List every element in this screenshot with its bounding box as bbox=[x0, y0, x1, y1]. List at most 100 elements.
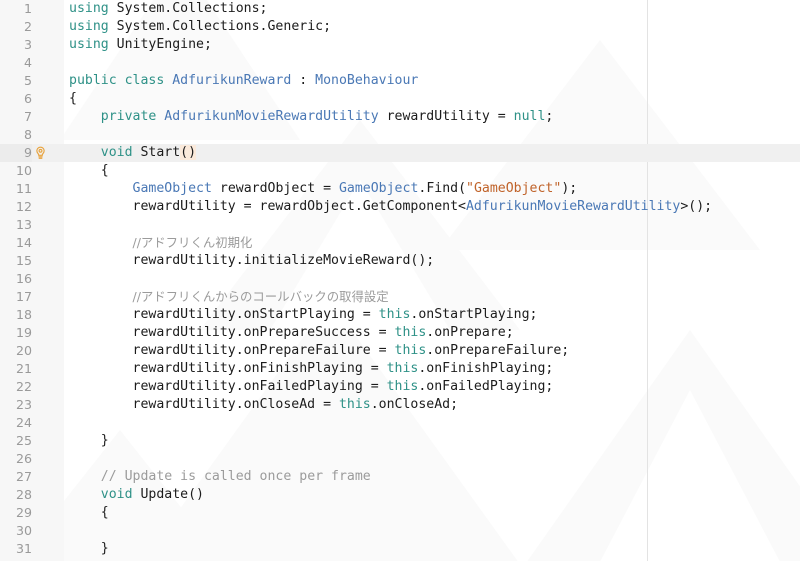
code-line[interactable]: 18 rewardUtility.onStartPlaying = this.o… bbox=[0, 306, 800, 324]
code-token: ); bbox=[561, 181, 578, 196]
code-text: { bbox=[69, 90, 77, 108]
code-token: this bbox=[394, 343, 427, 358]
code-token: this bbox=[378, 307, 411, 322]
code-token: null bbox=[513, 109, 546, 124]
code-token: void bbox=[100, 487, 141, 502]
code-line[interactable]: 12 rewardUtility = rewardObject.GetCompo… bbox=[0, 198, 800, 216]
code-token: //アドフリくん初期化 bbox=[132, 235, 253, 250]
code-line[interactable]: 21 rewardUtility.onFinishPlaying = this.… bbox=[0, 360, 800, 378]
line-number: 14 bbox=[15, 235, 32, 250]
code-line[interactable]: 5 public class AdfurikunReward : MonoBeha… bbox=[0, 72, 800, 90]
line-number: 30 bbox=[15, 523, 32, 538]
code-line[interactable]: 9 void Start() bbox=[0, 144, 800, 162]
code-line[interactable]: 7 private AdfurikunMovieRewardUtility re… bbox=[0, 108, 800, 126]
code-token: AdfurikunMovieRewardUtility bbox=[164, 109, 379, 124]
line-number: 10 bbox=[15, 163, 32, 178]
code-line[interactable]: 4 bbox=[0, 54, 800, 72]
code-line[interactable]: 1 using System.Collections; bbox=[0, 0, 800, 18]
line-number: 3 bbox=[23, 37, 32, 52]
code-line[interactable]: 31 } bbox=[0, 540, 800, 558]
line-number: 27 bbox=[15, 469, 32, 484]
code-editor[interactable]: 1 using System.Collections; 2 using System.… bbox=[0, 0, 800, 561]
code-token: { bbox=[69, 505, 109, 520]
code-line[interactable]: 22 rewardUtility.onFailedPlaying = this.… bbox=[0, 378, 800, 396]
line-number: 7 bbox=[23, 109, 32, 124]
code-line[interactable]: 29 { bbox=[0, 504, 800, 522]
code-token: () bbox=[180, 145, 197, 160]
code-token: System.Collections; bbox=[108, 1, 268, 16]
code-text: { bbox=[69, 504, 109, 522]
code-text: //アドフリくん初期化 bbox=[69, 234, 253, 253]
code-text: using System.Collections; bbox=[69, 0, 268, 18]
code-line[interactable]: 25 } bbox=[0, 432, 800, 450]
code-line[interactable]: 27 // Update is called once per frame bbox=[0, 468, 800, 486]
code-token: .onFailedPlaying; bbox=[418, 379, 554, 394]
code-token: using bbox=[69, 19, 109, 34]
code-line[interactable]: 10 { bbox=[0, 162, 800, 180]
code-token: rewardUtility.onPrepareSuccess = bbox=[69, 325, 395, 340]
code-token: rewardUtility = rewardObject.GetComponen… bbox=[69, 199, 466, 214]
code-token: rewardUtility = bbox=[378, 109, 514, 124]
code-token: System.Collections.Generic; bbox=[108, 19, 332, 34]
line-number: 15 bbox=[15, 253, 32, 268]
code-token: this bbox=[394, 325, 427, 340]
code-text: GameObject rewardObject = GameObject.Fin… bbox=[69, 180, 578, 198]
code-line[interactable]: 20 rewardUtility.onPrepareFailure = this… bbox=[0, 342, 800, 360]
lightbulb-icon[interactable] bbox=[33, 146, 48, 161]
line-number: 24 bbox=[15, 415, 32, 430]
line-number: 31 bbox=[15, 541, 32, 556]
code-text: void Start() bbox=[69, 144, 197, 162]
code-token: ; bbox=[545, 109, 554, 124]
code-line[interactable]: 16 bbox=[0, 270, 800, 288]
code-text: rewardUtility.onStartPlaying = this.onSt… bbox=[69, 306, 538, 324]
code-token: void bbox=[100, 145, 141, 160]
code-token: { bbox=[69, 163, 109, 178]
code-line[interactable]: 19 rewardUtility.onPrepareSuccess = this… bbox=[0, 324, 800, 342]
code-token: >(); bbox=[680, 199, 713, 214]
code-line[interactable]: 11 GameObject rewardObject = GameObject.… bbox=[0, 180, 800, 198]
line-number: 20 bbox=[15, 343, 32, 358]
line-number: 9 bbox=[0, 144, 32, 162]
code-line[interactable]: 2 using System.Collections.Generic; bbox=[0, 18, 800, 36]
code-text: rewardUtility.initializeMovieReward(); bbox=[69, 252, 435, 270]
code-token: rewardUtility.initializeMovieReward(); bbox=[69, 253, 435, 268]
code-line[interactable]: 26 bbox=[0, 450, 800, 468]
code-token: private bbox=[100, 109, 165, 124]
code-line[interactable]: 14 //アドフリくん初期化 bbox=[0, 234, 800, 252]
code-line[interactable]: 23 rewardUtility.onCloseAd = this.onClos… bbox=[0, 396, 800, 414]
code-token: this bbox=[386, 361, 419, 376]
code-line[interactable]: 30 bbox=[0, 522, 800, 540]
line-number: 2 bbox=[23, 19, 32, 34]
code-text: using UnityEngine; bbox=[69, 36, 212, 54]
code-token: AdfurikunReward bbox=[172, 73, 292, 88]
code-line[interactable]: 17 //アドフリくんからのコールバックの取得設定 bbox=[0, 288, 800, 306]
code-text: rewardUtility.onFinishPlaying = this.onF… bbox=[69, 360, 554, 378]
code-line[interactable]: 24 bbox=[0, 414, 800, 432]
code-text: } bbox=[69, 540, 109, 558]
code-token: .onStartPlaying; bbox=[410, 307, 538, 322]
code-text: public class AdfurikunReward : MonoBehav… bbox=[69, 72, 418, 90]
code-line[interactable]: 28 void Update() bbox=[0, 486, 800, 504]
code-line[interactable]: 13 bbox=[0, 216, 800, 234]
code-token: } bbox=[69, 433, 109, 448]
code-token: GameObject bbox=[338, 181, 419, 196]
line-number: 17 bbox=[15, 289, 32, 304]
code-token: Start bbox=[140, 145, 181, 160]
line-number: 21 bbox=[15, 361, 32, 376]
code-token: GameObject bbox=[132, 181, 212, 196]
code-text: rewardUtility = rewardObject.GetComponen… bbox=[69, 198, 713, 216]
code-line[interactable]: 15 rewardUtility.initializeMovieReward()… bbox=[0, 252, 800, 270]
code-line[interactable]: 8 bbox=[0, 126, 800, 144]
code-line[interactable]: 3 using UnityEngine; bbox=[0, 36, 800, 54]
code-token: using bbox=[69, 37, 109, 52]
line-number: 23 bbox=[15, 397, 32, 412]
code-token: .onPrepareFailure; bbox=[426, 343, 570, 358]
code-token: rewardObject = bbox=[211, 181, 339, 196]
code-line[interactable]: 6{ bbox=[0, 90, 800, 108]
